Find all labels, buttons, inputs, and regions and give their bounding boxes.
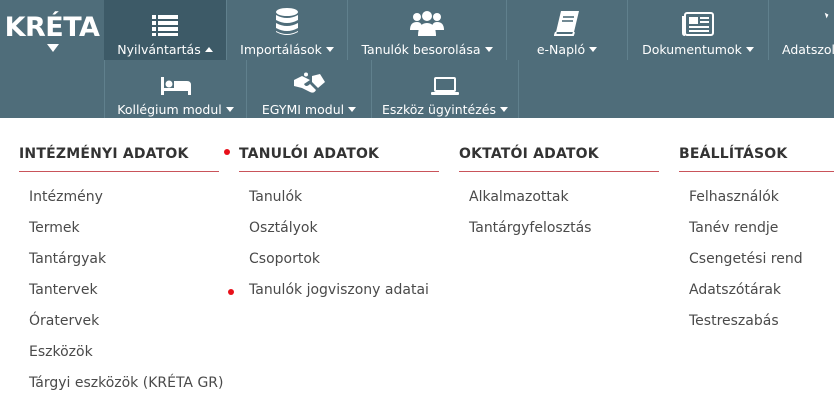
nav-nyilvantartas-label: Nyilvántartás	[117, 42, 201, 57]
notification-dot	[224, 149, 230, 155]
book-icon	[554, 2, 580, 36]
users-group-icon	[410, 2, 444, 36]
caret-up-icon	[204, 47, 213, 52]
menu-link-oratervek[interactable]: Óratervek	[29, 313, 99, 329]
nav-egymi-modul-label: EGYMI modul	[261, 102, 345, 117]
logo-text: KRÉTA	[4, 11, 100, 43]
bed-icon	[160, 62, 191, 96]
database-icon	[276, 2, 298, 36]
caret-down-icon	[348, 107, 357, 112]
nav-e-naplo[interactable]: e-Napló	[507, 0, 627, 60]
menu-link-intezmeny[interactable]: Intézmény	[29, 189, 103, 205]
menu-link-eszkozok[interactable]: Eszközök	[29, 344, 93, 360]
menu-link-termek[interactable]: Termek	[29, 220, 80, 236]
menu-link-tantargyfelosztas[interactable]: Tantárgyfelosztás	[469, 220, 591, 236]
nav-eszkoz-ugyintezes[interactable]: Eszköz ügyintézés	[372, 60, 518, 120]
notification-dot	[228, 289, 234, 295]
menu-link-tantargyak[interactable]: Tantárgyak	[29, 251, 106, 267]
section-oktatoi-adatok: OKTATÓI ADATOK	[459, 144, 659, 172]
nav-eszkoz-ugyintezes-label: Eszköz ügyintézés	[382, 102, 496, 117]
menu-link-osztalyok[interactable]: Osztályok	[249, 220, 318, 236]
nav-adatszolgaltatas-label: Adatszol	[782, 42, 834, 57]
menu-link-testreszabas[interactable]: Testreszabás	[689, 313, 779, 329]
menu-link-csengetesi-rend[interactable]: Csengetési rend	[689, 251, 803, 267]
nav-kollegium-modul[interactable]: Kollégium modul	[105, 60, 246, 120]
nav-dokumentumok-label: Dokumentumok	[642, 42, 742, 57]
nav-tanulok-besorolasa-label: Tanulók besorolása	[361, 42, 481, 57]
section-tanuloi-adatok: TANULÓI ADATOK	[239, 144, 439, 172]
tools-icon	[769, 2, 834, 36]
menu-link-tantervek[interactable]: Tantervek	[29, 282, 98, 298]
newspaper-icon	[682, 2, 714, 36]
top-navbar: KRÉTA Nyilvántartás Importálások Tanulók…	[0, 0, 834, 118]
logo-triangle-icon	[47, 44, 59, 52]
section-beallitasok: BEÁLLÍTÁSOK	[679, 144, 834, 172]
laptop-icon	[431, 62, 459, 96]
nav-e-naplo-label: e-Napló	[536, 42, 586, 57]
nav-importalasok-label: Importálások	[240, 42, 322, 57]
menu-link-tanev-rendje[interactable]: Tanév rendje	[689, 220, 778, 236]
nav-dokumentumok[interactable]: Dokumentumok	[628, 0, 768, 60]
menu-link-alkalmazottak[interactable]: Alkalmazottak	[469, 189, 569, 205]
caret-down-icon	[589, 47, 598, 52]
section-intezmenyi-adatok: INTÉZMÉNYI ADATOK	[19, 144, 219, 172]
nav-kollegium-modul-label: Kollégium modul	[117, 102, 222, 117]
handshake-icon	[292, 62, 326, 96]
nav-adatszolgaltatas[interactable]: Adatszol	[769, 0, 834, 60]
nav-divider	[518, 60, 519, 118]
menu-link-adatszotarak[interactable]: Adatszótárak	[689, 282, 781, 298]
kreta-logo[interactable]: KRÉTA	[0, 0, 104, 60]
nav-nyilvantartas[interactable]: Nyilvántartás	[104, 0, 226, 60]
caret-down-icon	[499, 107, 508, 112]
caret-down-icon	[745, 47, 754, 52]
caret-down-icon	[225, 107, 234, 112]
nav-egymi-modul[interactable]: EGYMI modul	[247, 60, 371, 120]
menu-link-targyi-eszkozok[interactable]: Tárgyi eszközök (KRÉTA GR)	[29, 375, 223, 391]
menu-link-tanulok-jogviszony-adatai[interactable]: Tanulók jogviszony adatai	[249, 282, 429, 298]
menu-link-felhasznalok[interactable]: Felhasználók	[689, 189, 779, 205]
caret-down-icon	[325, 47, 334, 52]
nav-importalasok[interactable]: Importálások	[227, 0, 347, 60]
nav-tanulok-besorolasa[interactable]: Tanulók besorolása	[348, 0, 506, 60]
list-icon	[152, 2, 178, 36]
caret-down-icon	[484, 47, 493, 52]
menu-link-tanulok[interactable]: Tanulók	[249, 189, 302, 205]
menu-link-csoportok[interactable]: Csoportok	[249, 251, 320, 267]
